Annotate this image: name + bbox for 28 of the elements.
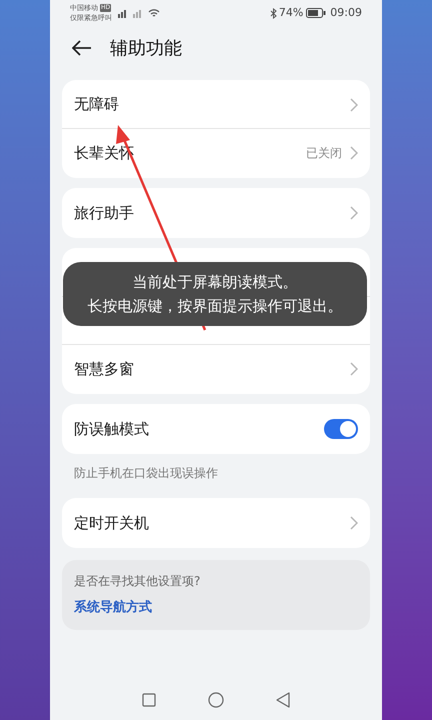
back-icon[interactable]	[276, 692, 290, 708]
setting-description: 防止手机在口袋出现误操作	[73, 465, 219, 482]
recent-apps-icon[interactable]	[142, 693, 156, 707]
bluetooth-icon	[270, 8, 277, 18]
chevron-right-icon	[350, 362, 358, 376]
suggestion-question: 是否在寻找其他设置项?	[74, 573, 202, 590]
wifi-icon	[148, 8, 160, 18]
page-title: 辅助功能	[110, 36, 182, 60]
back-arrow-icon[interactable]	[72, 40, 92, 56]
chevron-right-icon	[350, 146, 358, 160]
setting-value: 已关闭	[306, 145, 342, 162]
toggle-switch[interactable]	[324, 419, 358, 439]
battery-icon	[306, 8, 326, 18]
setting-label: 智慧多窗	[74, 358, 135, 380]
chevron-right-icon	[350, 98, 358, 112]
toast-text: 当前处于屏幕朗读模式。	[132, 272, 298, 292]
setting-label: 定时开关机	[74, 512, 150, 534]
setting-label: 旅行助手	[74, 202, 135, 224]
clock-time: 09:09	[330, 4, 362, 21]
toast-text: 长按电源键，按界面提示操作可退出。	[88, 296, 342, 316]
chevron-right-icon	[350, 516, 358, 530]
navigation-link[interactable]: 系统导航方式	[74, 598, 358, 618]
home-icon[interactable]	[208, 692, 224, 708]
battery-percent: 74%	[278, 4, 304, 21]
chevron-right-icon	[350, 206, 358, 220]
setting-label: 无障碍	[74, 94, 120, 116]
signal-icon	[116, 8, 144, 18]
setting-label: 防误触模式	[74, 418, 150, 440]
